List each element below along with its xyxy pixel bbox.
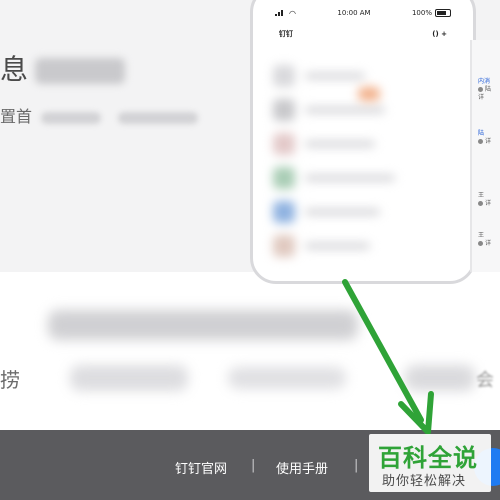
footer-separator: | <box>354 458 359 473</box>
feature-label-fragment: 捞 <box>0 368 20 392</box>
footer-link-user-manual[interactable]: 使用手册 <box>276 458 328 477</box>
panel-item: 陆 详 <box>478 130 492 145</box>
blurred-subtitle-text <box>41 111 102 124</box>
blurred-feature-3 <box>405 365 475 391</box>
list-item <box>273 229 453 263</box>
watermark-subtitle: 助你轻松解决 <box>382 474 467 489</box>
panel-item: 内消 陆 详 <box>478 78 492 101</box>
wifi-icon: ◠ <box>289 8 296 18</box>
list-item <box>273 127 453 161</box>
phone-time: 10:00 AM <box>337 9 371 17</box>
watermark-title: 百科全说 <box>378 444 478 472</box>
signal-icon <box>275 10 283 16</box>
footer-link-official-site[interactable]: 钉钉官网 <box>175 458 227 477</box>
blurred-subtitle-text-2 <box>118 111 199 124</box>
watermark-logo: 百科全说 助你轻松解决 <box>369 434 491 492</box>
footer-separator: | <box>251 458 256 473</box>
phone-title-bar: 钉钉 () + <box>253 25 473 43</box>
unread-badge <box>358 87 380 101</box>
list-item <box>273 161 453 195</box>
panel-item: 王 详 <box>478 192 492 207</box>
battery-icon <box>434 9 451 17</box>
phone-app-title: 钉钉 <box>279 30 293 38</box>
list-item <box>273 195 453 229</box>
hero-heading-text: 息 <box>0 53 30 86</box>
hero-heading: 息 <box>0 48 126 88</box>
blurred-feature-1 <box>70 365 188 391</box>
hero-subtitle-text: 置首 <box>0 107 33 126</box>
phone-battery-text: 100% <box>411 9 432 17</box>
phone-mockup: ◠ 10:00 AM 100% 钉钉 () + <box>250 0 476 284</box>
blurred-description <box>48 310 358 340</box>
phone-status-bar: ◠ 10:00 AM 100% <box>253 3 473 23</box>
panel-item: 王 详 <box>478 232 492 247</box>
feature-label-fragment-right: 会 <box>476 370 494 391</box>
blurred-feature-2 <box>228 367 346 389</box>
side-panel-preview: 内消 陆 详 陆 详 王 详 王 详 <box>470 40 500 272</box>
hero-subtitle: 置首 <box>0 103 199 127</box>
blurred-heading-text <box>35 58 126 84</box>
phone-title-actions: () + <box>432 30 447 38</box>
